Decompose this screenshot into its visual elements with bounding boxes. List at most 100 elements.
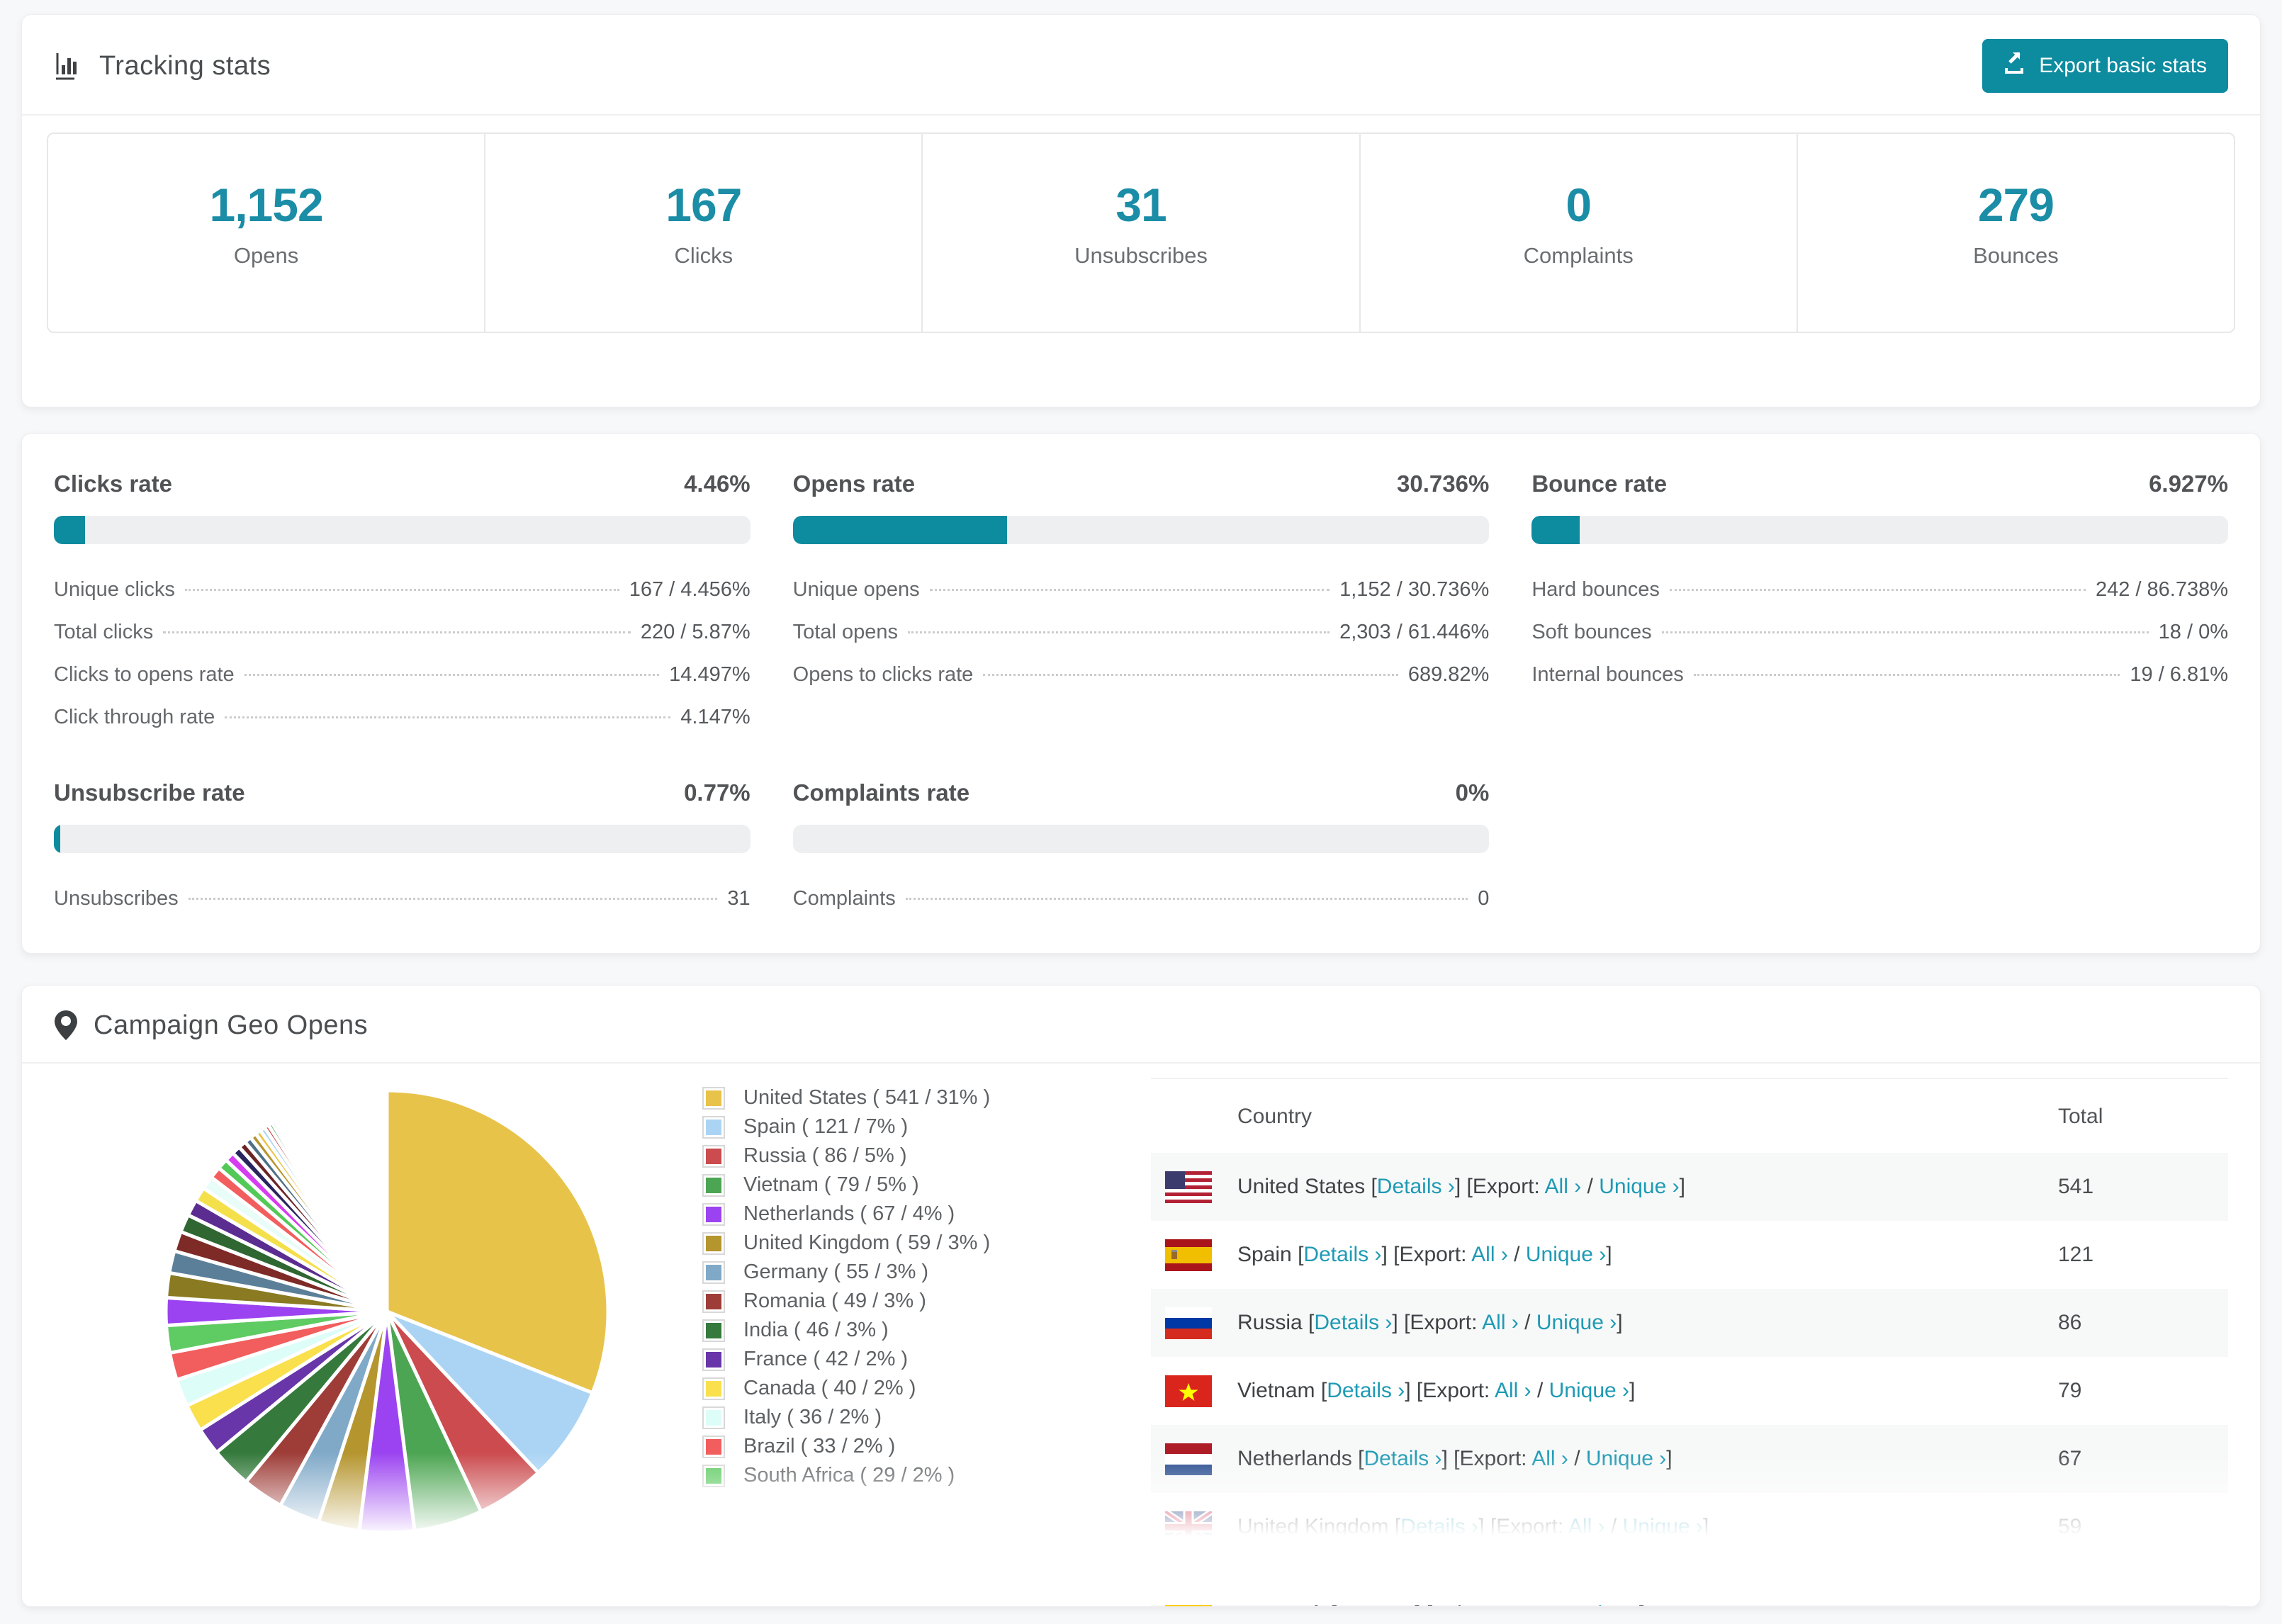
rate-value: 30.736% — [1397, 470, 1490, 497]
export-all-link[interactable]: All › — [1545, 1175, 1582, 1198]
rate-title: Complaints rate — [792, 779, 970, 806]
dotted-leader — [983, 674, 1398, 676]
rate-row-value: 14.497% — [669, 663, 751, 686]
rate-head: Unsubscribe rate 0.77% — [54, 779, 751, 806]
export-unique-link[interactable]: Unique › — [1599, 1175, 1679, 1198]
details-link[interactable]: Details › — [1377, 1175, 1455, 1198]
flag-icon-es — [1165, 1239, 1212, 1271]
geo-table-row-vn: Vietnam [Details ›] [Export: All › / Uni… — [1151, 1357, 2228, 1425]
legend-label: Netherlands ( 67 / 4% ) — [743, 1202, 955, 1225]
stat-cell-clicks: 167 Clicks — [484, 134, 921, 332]
export-all-link[interactable]: All › — [1471, 1243, 1508, 1266]
total-cell: 86 — [2058, 1311, 2082, 1334]
legend-item-russia: Russia ( 86 / 5% ) — [702, 1141, 990, 1171]
geo-pie-chart — [153, 1078, 621, 1549]
tracking-stats-title-wrap: Tracking stats — [54, 51, 271, 81]
geo-legend: United States ( 541 / 31% ) Spain ( 121 … — [702, 1083, 990, 1490]
bar-chart-icon — [54, 51, 84, 81]
campaign-geo-opens-card: Campaign Geo Opens United States ( 541 /… — [21, 985, 2261, 1607]
header-divider — [22, 114, 2260, 115]
legend-item-vietnam: Vietnam ( 79 / 5% ) — [702, 1171, 990, 1200]
rate-section-opens-rate: Opens rate 30.736% Unique opens 1,152 / … — [792, 470, 1490, 748]
rate-row: Soft bounces 18 / 0% — [1531, 621, 2228, 644]
rate-row-value: 2,303 / 61.446% — [1339, 621, 1490, 643]
export-basic-stats-button[interactable]: Export basic stats — [1982, 39, 2228, 93]
geo-table-row-us: United States [Details ›] [Export: All ›… — [1151, 1153, 2228, 1221]
country-cell: Vietnam [Details ›] [Export: All › / Uni… — [1237, 1379, 1636, 1402]
rate-row-label: Unique opens — [792, 578, 920, 601]
rate-row-label: Opens to clicks rate — [792, 663, 974, 686]
rate-title: Unsubscribe rate — [54, 779, 245, 806]
dotted-leader — [244, 674, 660, 676]
details-link[interactable]: Details › — [1303, 1243, 1381, 1266]
export-unique-link[interactable]: Unique › — [1526, 1243, 1606, 1266]
rate-title: Opens rate — [792, 470, 916, 497]
rate-row-value: 689.82% — [1407, 663, 1490, 686]
export-button-label: Export basic stats — [2039, 54, 2207, 77]
country-cell: United Kingdom [Details ›] [Export: All … — [1237, 1515, 1709, 1538]
rate-row-value: 242 / 86.738% — [2095, 578, 2228, 601]
country-cell: Spain [Details ›] [Export: All › / Uniqu… — [1237, 1243, 1612, 1266]
legend-label: India ( 46 / 3% ) — [743, 1319, 889, 1341]
legend-label: Germany ( 55 / 3% ) — [743, 1261, 929, 1283]
rate-row: Total opens 2,303 / 61.446% — [793, 621, 1490, 644]
export-all-link[interactable]: All › — [1531, 1447, 1568, 1470]
country-cell: Russia [Details ›] [Export: All › / Uniq… — [1237, 1311, 1623, 1334]
export-unique-link[interactable]: Unique › — [1549, 1379, 1629, 1402]
rate-row-value: 167 / 4.456% — [629, 578, 751, 601]
legend-label: United Kingdom ( 59 / 3% ) — [743, 1231, 991, 1254]
export-all-link[interactable]: All › — [1505, 1583, 1541, 1606]
rate-section-clicks-rate: Clicks rate 4.46% Unique clicks 167 / 4.… — [54, 470, 751, 748]
legend-item-united-states: United States ( 541 / 31% ) — [702, 1083, 990, 1112]
geo-table-row-ru: Russia [Details ›] [Export: All › / Uniq… — [1151, 1289, 2228, 1357]
export-all-link[interactable]: All › — [1495, 1379, 1531, 1402]
export-all-link[interactable]: All › — [1482, 1311, 1519, 1334]
rate-progress-track — [792, 825, 1490, 853]
legend-swatch — [702, 1348, 725, 1371]
total-cell: 67 — [2058, 1447, 2082, 1470]
details-link[interactable]: Details › — [1337, 1583, 1415, 1606]
rate-progress-fill — [792, 516, 1007, 544]
rate-section-complaints-rate: Complaints rate 0% Complaints 0 — [792, 779, 1490, 930]
details-link[interactable]: Details › — [1400, 1515, 1478, 1538]
rate-value: 4.46% — [684, 470, 751, 497]
flag-icon-gb — [1165, 1511, 1212, 1543]
legend-swatch — [702, 1144, 725, 1168]
rate-head: Clicks rate 4.46% — [54, 470, 751, 497]
rate-row: Unique opens 1,152 / 30.736% — [793, 578, 1490, 602]
legend-item-canada: Canada ( 40 / 2% ) — [702, 1374, 990, 1403]
col-header-country: Country — [1237, 1105, 1313, 1128]
legend-label: Russia ( 86 / 5% ) — [743, 1144, 907, 1167]
export-unique-link[interactable]: Unique › — [1586, 1447, 1666, 1470]
geo-table-row-es: Spain [Details ›] [Export: All › / Uniqu… — [1151, 1221, 2228, 1289]
export-unique-link[interactable]: Unique › — [1536, 1311, 1617, 1334]
rate-value: 0.77% — [684, 779, 751, 806]
rate-progress-track — [54, 825, 751, 853]
rate-row-label: Unsubscribes — [54, 887, 179, 910]
legend-label: Canada ( 40 / 2% ) — [743, 1377, 916, 1399]
country-cell: United States [Details ›] [Export: All ›… — [1237, 1175, 1685, 1198]
geo-table-header: Country Total — [1151, 1079, 2228, 1153]
legend-label: Brazil ( 33 / 2% ) — [743, 1435, 896, 1457]
total-cell: 541 — [2058, 1175, 2094, 1198]
rate-section-unsubscribe-rate: Unsubscribe rate 0.77% Unsubscribes 31 — [54, 779, 751, 930]
flag-icon-vn — [1165, 1375, 1212, 1407]
col-header-total: Total — [2058, 1105, 2103, 1128]
stat-value: 0 — [1566, 179, 1592, 231]
export-all-link[interactable]: All › — [1568, 1515, 1605, 1538]
legend-item-brazil: Brazil ( 33 / 2% ) — [702, 1432, 990, 1461]
rate-value: 0% — [1455, 779, 1490, 806]
legend-label: United States ( 541 / 31% ) — [743, 1086, 991, 1109]
export-unique-link[interactable]: Unique › — [1623, 1515, 1703, 1538]
stat-value: 31 — [1115, 179, 1167, 231]
details-link[interactable]: Details › — [1327, 1379, 1405, 1402]
rate-progress-track — [792, 516, 1490, 544]
details-link[interactable]: Details › — [1314, 1311, 1392, 1334]
legend-label: South Africa ( 29 / 2% ) — [743, 1464, 955, 1487]
stat-cell-bounces: 279 Bounces — [1796, 134, 2234, 332]
rate-row-value: 18 / 0% — [2158, 621, 2228, 643]
details-link[interactable]: Details › — [1364, 1447, 1441, 1470]
export-unique-link[interactable]: Unique › — [1559, 1583, 1639, 1606]
legend-swatch — [702, 1319, 725, 1342]
dotted-leader — [184, 589, 619, 591]
